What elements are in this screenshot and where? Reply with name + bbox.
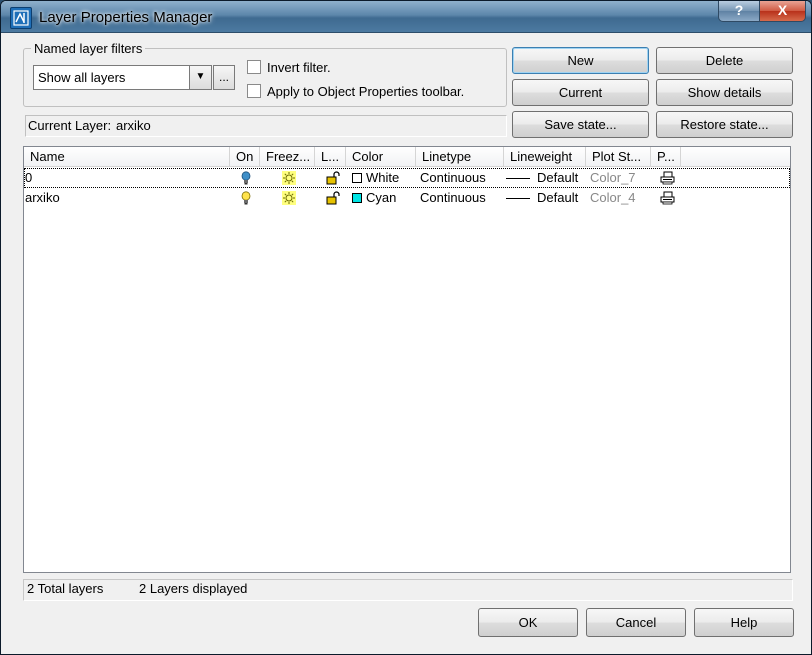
layer-lineweight[interactable]: Default (537, 188, 578, 208)
column-header-on[interactable]: On (230, 147, 260, 167)
unlocked-icon[interactable] (326, 171, 340, 185)
column-header-color[interactable]: Color (346, 147, 416, 167)
current-layer-value: arxiko (116, 118, 151, 133)
sun-thawed-icon[interactable] (282, 191, 296, 205)
current-layer-display: Current Layer: arxiko (25, 115, 507, 137)
layer-filter-value: Show all layers (38, 70, 126, 85)
lightbulb-on-icon[interactable] (241, 171, 251, 185)
layer-color-name[interactable]: White (366, 168, 399, 188)
printer-icon[interactable] (660, 171, 675, 185)
close-icon: X (777, 2, 788, 18)
delete-layer-button[interactable]: Delete (656, 47, 793, 74)
color-swatch[interactable] (352, 173, 362, 183)
layer-filter-browse-button[interactable]: ... (213, 65, 235, 90)
lightbulb-on-icon[interactable] (241, 191, 251, 205)
invert-filter-checkbox[interactable] (247, 60, 261, 74)
status-bar: 2 Total layers 2 Layers displayed (23, 579, 793, 601)
layer-filter-dropdown-toggle[interactable]: ▼ (189, 65, 212, 90)
cancel-button[interactable]: Cancel (586, 608, 686, 637)
current-layer-label: Current Layer: (28, 118, 112, 133)
sun-thawed-icon[interactable] (282, 171, 296, 185)
title-help-button[interactable]: ? (718, 1, 760, 22)
lineweight-sample (506, 178, 530, 179)
layer-name: 0 (25, 170, 33, 185)
column-header-name[interactable]: Name (24, 147, 230, 167)
layer-list-header: Name On Freez... L... Color Linetype Lin… (24, 147, 790, 167)
layer-lineweight[interactable]: Default (537, 168, 578, 188)
layer-row[interactable]: 0 White Continuous Default Color_7 (24, 168, 790, 188)
layer-plot-style: Color_7 (590, 170, 636, 185)
column-header-plot[interactable]: P... (651, 147, 681, 167)
column-header-lock[interactable]: L... (315, 147, 346, 167)
displayed-layers-count: 2 Layers displayed (139, 581, 248, 596)
layer-list[interactable]: Name On Freez... L... Color Linetype Lin… (23, 146, 791, 573)
layer-linetype[interactable]: Continuous (420, 188, 486, 208)
help-button[interactable]: Help (694, 608, 794, 637)
autocad-app-icon (10, 7, 32, 29)
layer-color-name[interactable]: Cyan (366, 188, 396, 208)
question-icon: ? (734, 2, 744, 18)
title-close-button[interactable]: X (759, 1, 806, 22)
printer-icon[interactable] (660, 191, 675, 205)
named-layer-filters-label: Named layer filters (31, 41, 146, 56)
layer-linetype[interactable]: Continuous (420, 168, 486, 188)
window-title: Layer Properties Manager (39, 9, 213, 26)
dropdown-arrow-icon: ▼ (195, 71, 206, 82)
invert-filter-label: Invert filter. (267, 60, 331, 75)
column-header-freeze[interactable]: Freez... (260, 147, 315, 167)
restore-state-button[interactable]: Restore state... (656, 111, 793, 138)
save-state-button[interactable]: Save state... (512, 111, 649, 138)
show-details-button[interactable]: Show details (656, 79, 793, 106)
total-layers-count: 2 Total layers (27, 581, 104, 596)
color-swatch[interactable] (352, 193, 362, 203)
column-header-plot-style[interactable]: Plot St... (586, 147, 651, 167)
lineweight-sample (506, 198, 530, 199)
layer-filter-dropdown[interactable]: Show all layers (33, 65, 212, 90)
apply-to-toolbar-checkbox[interactable] (247, 84, 261, 98)
title-bar[interactable]: Layer Properties Manager ? X (1, 1, 811, 33)
ok-button[interactable]: OK (478, 608, 578, 637)
layer-name: arxiko (25, 190, 60, 205)
column-header-lineweight[interactable]: Lineweight (504, 147, 586, 167)
new-layer-button[interactable]: New (512, 47, 649, 74)
layer-plot-style: Color_4 (590, 190, 636, 205)
column-header-linetype[interactable]: Linetype (416, 147, 504, 167)
layer-properties-dialog: Layer Properties Manager ? X Named layer… (0, 0, 812, 655)
unlocked-icon[interactable] (326, 191, 340, 205)
apply-to-toolbar-label: Apply to Object Properties toolbar. (267, 84, 465, 99)
set-current-button[interactable]: Current (512, 79, 649, 106)
layer-row[interactable]: arxiko Cyan Continuous Default Color_4 (24, 188, 790, 208)
